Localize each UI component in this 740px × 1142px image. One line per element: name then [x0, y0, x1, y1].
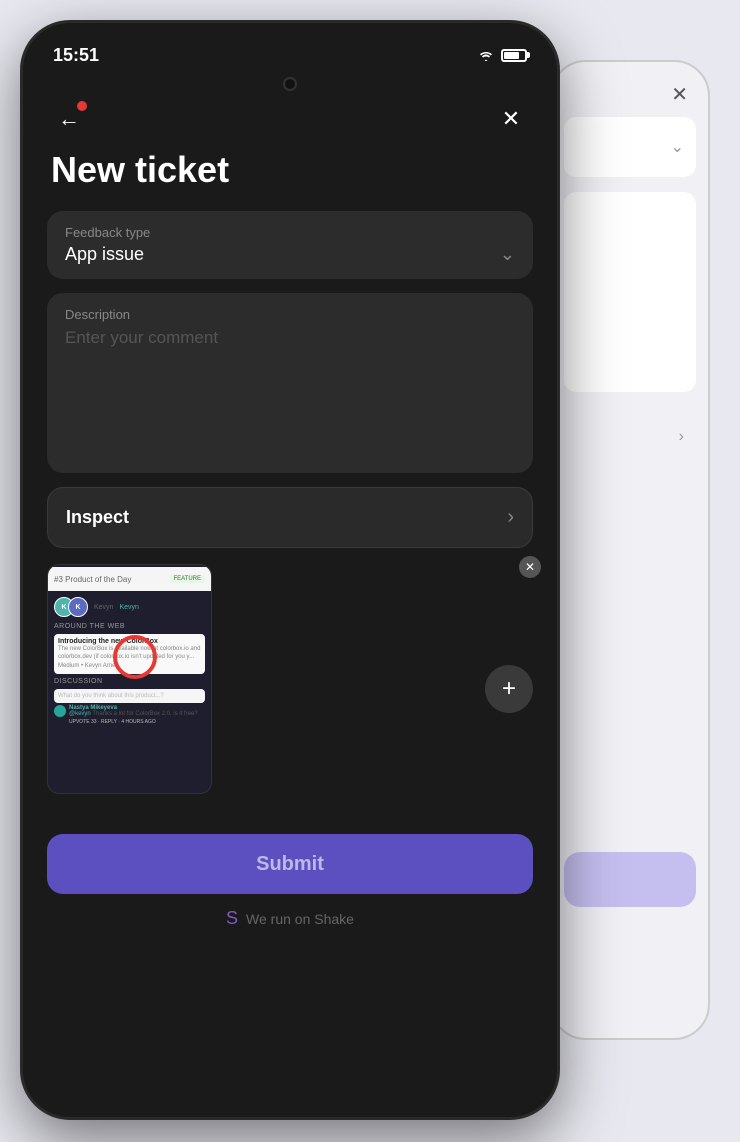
ss-commenter-avatar [54, 705, 66, 717]
add-screenshot-icon: + [502, 675, 516, 703]
close-button[interactable]: ✕ [493, 101, 529, 137]
ss-title-bar: #3 Product of the Day FEATURE [48, 567, 211, 591]
ss-handle: @kevyn [69, 711, 91, 717]
inspect-label: Inspect [66, 507, 129, 528]
description-placeholder: Enter your comment [65, 328, 515, 348]
ss-avatars: K K Kevyn Kevyn [48, 593, 211, 621]
scene: ✕ ⌄ › 15:51 [0, 0, 740, 1142]
ss-around-web: AROUND THE WEB [48, 621, 211, 632]
status-time: 15:51 [53, 45, 99, 66]
chevron-right-icon: › [507, 506, 514, 529]
page-title: New ticket [23, 137, 557, 211]
shake-logo-icon: S [226, 908, 238, 929]
bg-field1: ⌄ [564, 117, 696, 177]
screenshot-remove-button[interactable]: ✕ [519, 556, 541, 578]
header: ← ✕ [23, 91, 557, 137]
status-bar: 15:51 [23, 23, 557, 73]
description-label: Description [65, 307, 515, 322]
submit-label: Submit [256, 853, 324, 876]
ss-avatar-label2: Kevyn [119, 604, 138, 611]
footer: S We run on Shake [23, 908, 557, 949]
add-screenshot-button[interactable]: + [485, 665, 533, 713]
chevron-down-icon: ⌄ [500, 244, 515, 265]
screenshot-area: #3 Product of the Day FEATURE K K Kevyn … [47, 564, 533, 814]
wifi-icon [477, 48, 495, 62]
screenshot-remove-icon: ✕ [525, 560, 535, 574]
notification-dot [77, 101, 87, 111]
ss-comment: Nastya Mikeyeva @kevyn Thanks a lot for … [54, 705, 205, 725]
background-phone: ✕ ⌄ › [550, 60, 710, 1040]
feedback-type-label: Feedback type [65, 225, 515, 240]
red-circle-highlight [113, 635, 157, 679]
bg-field3: › [564, 407, 696, 467]
ss-avatar-label: Kevyn [94, 604, 113, 611]
ss-comment-handle: @kevyn Thanks a lot for ColorBox 2.0, is… [69, 711, 198, 719]
ss-comment-content: Nastya Mikeyeva @kevyn Thanks a lot for … [69, 705, 198, 725]
bg-close-icon[interactable]: ✕ [671, 82, 688, 107]
status-icons [477, 48, 527, 62]
description-field[interactable]: Description Enter your comment [47, 293, 533, 473]
back-button[interactable]: ← [51, 101, 87, 137]
ss-badge: FEATURE [169, 575, 205, 583]
bg-submit [564, 852, 696, 907]
camera-dot [283, 77, 297, 91]
screenshot-preview: #3 Product of the Day FEATURE K K Kevyn … [47, 564, 212, 794]
bg-field2 [564, 192, 696, 392]
ss-discussion-input: What do you think about this product...? [54, 689, 205, 703]
ss-avatar-2: K [68, 597, 88, 617]
close-icon: ✕ [502, 106, 520, 132]
ss-input-placeholder: What do you think about this product...? [58, 693, 164, 699]
feedback-type-value: App issue [65, 244, 144, 265]
inspect-row[interactable]: Inspect › [47, 487, 533, 548]
feedback-type-dropdown[interactable]: Feedback type App issue ⌄ [47, 211, 533, 279]
back-arrow-icon: ← [58, 106, 80, 132]
ss-app-title: #3 Product of the Day [54, 575, 131, 584]
battery-icon [501, 49, 527, 62]
feedback-type-row: App issue ⌄ [65, 244, 515, 265]
footer-brand-text: We run on Shake [246, 911, 354, 927]
ss-comment-meta: UPVOTE 33 · REPLY · 4 HOURS AGO [69, 719, 198, 725]
main-phone: 15:51 ← ✕ [20, 20, 560, 1120]
ss-comment-body: Thanks a lot for ColorBox 2.0, is it fre… [92, 711, 197, 717]
submit-button[interactable]: Submit [47, 834, 533, 894]
